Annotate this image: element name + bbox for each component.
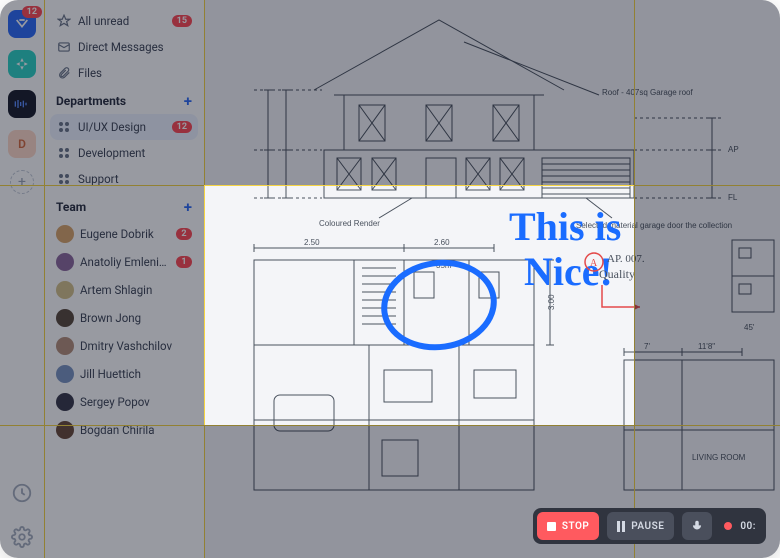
app-badge: 12 <box>22 6 42 18</box>
member-name: Sergey Popov <box>80 395 192 409</box>
bp-dim: 3.00 <box>547 294 556 310</box>
team-member[interactable]: Sergey Popov <box>50 388 198 416</box>
bp-dim: 11'8" <box>698 342 715 351</box>
avatar <box>56 225 74 243</box>
svg-text:A: A <box>590 258 598 269</box>
bp-dim: 2.50 <box>304 238 320 247</box>
bp-render-label: Coloured Render <box>319 219 380 228</box>
nav-label: All unread <box>78 14 166 28</box>
grid-icon <box>56 119 72 135</box>
team-member[interactable]: Dmitry Vashchilov <box>50 332 198 360</box>
bp-mark: AP <box>728 145 739 154</box>
dept-uiux[interactable]: UI/UX Design 12 <box>50 114 198 140</box>
section-title: Team <box>56 200 86 214</box>
dept-support[interactable]: Support <box>50 166 198 192</box>
avatar-initial: D <box>18 137 26 151</box>
dept-development[interactable]: Development <box>50 140 198 166</box>
nav-files[interactable]: Files <box>50 60 198 86</box>
bp-dim: 45' <box>744 323 755 332</box>
badge: 12 <box>172 121 192 133</box>
dept-label: Support <box>78 172 192 186</box>
badge: 1 <box>176 256 192 268</box>
bp-mark: FL <box>728 193 738 202</box>
member-name: Eugene Dobrik <box>80 227 170 241</box>
team-member[interactable]: Brown Jong <box>50 304 198 332</box>
app-rail: 12 D + <box>0 0 44 558</box>
add-workspace-button[interactable]: + <box>10 170 34 194</box>
member-name: Jill Huettich <box>80 367 192 381</box>
team-member[interactable]: Artem Shlagin <box>50 276 198 304</box>
departments-header: Departments + <box>50 86 198 114</box>
callout-text: AP. 007. <box>607 253 645 265</box>
badge: 2 <box>176 228 192 240</box>
mic-icon <box>690 519 704 533</box>
badge: 15 <box>172 15 192 27</box>
app-icon-avatar[interactable]: D <box>8 130 36 158</box>
avatar <box>56 337 74 355</box>
team-member[interactable]: Eugene Dobrik 2 <box>50 220 198 248</box>
stop-icon <box>547 522 556 531</box>
annotation: This is Nice! A AP. 007. Quality <box>379 204 645 354</box>
team-member[interactable]: Jill Huettich <box>50 360 198 388</box>
member-name: Brown Jong <box>80 311 192 325</box>
member-name: Artem Shlagin <box>80 283 192 297</box>
bp-roof-label: Roof - 407sq Garage roof <box>602 88 693 97</box>
nav-label: Files <box>78 66 192 80</box>
mic-button[interactable] <box>682 512 712 540</box>
paperclip-icon <box>56 65 72 81</box>
add-team-button[interactable]: + <box>184 198 192 216</box>
annotation-text-1: This is <box>509 204 621 249</box>
bp-dim: 2.60 <box>434 238 450 247</box>
grid-icon <box>56 145 72 161</box>
avatar <box>56 393 74 411</box>
settings-icon[interactable] <box>11 526 33 548</box>
blueprint-drawing: Roof - 407sq Garage roof <box>204 0 780 558</box>
add-department-button[interactable]: + <box>184 92 192 110</box>
app-icon-2[interactable] <box>8 50 36 78</box>
callout-text2: Quality <box>599 267 635 281</box>
avatar <box>56 309 74 327</box>
team-member[interactable]: Anatoliy Emleninov 1 <box>50 248 198 276</box>
sidebar: All unread 15 Direct Messages Files Depa… <box>44 0 204 558</box>
bp-living-label: LIVING ROOM <box>692 453 746 462</box>
recording-toolbar: STOP PAUSE 00: <box>533 508 766 544</box>
avatar <box>56 365 74 383</box>
bp-dim: 7' <box>644 342 650 351</box>
canvas[interactable]: Roof - 407sq Garage roof <box>204 0 780 558</box>
pause-icon <box>617 521 625 532</box>
member-name: Bogdan Chirila <box>80 423 192 437</box>
history-icon[interactable] <box>11 482 33 504</box>
dm-icon <box>56 39 72 55</box>
avatar <box>56 421 74 439</box>
pause-label: PAUSE <box>631 521 664 532</box>
stop-label: STOP <box>562 521 589 532</box>
pause-button[interactable]: PAUSE <box>607 512 674 540</box>
app-icon-primary[interactable]: 12 <box>8 10 36 38</box>
team-member[interactable]: Bogdan Chirila <box>50 416 198 444</box>
star-icon <box>56 13 72 29</box>
team-header: Team + <box>50 192 198 220</box>
nav-label: Direct Messages <box>78 40 192 54</box>
member-name: Anatoliy Emleninov <box>80 255 170 269</box>
dept-label: UI/UX Design <box>78 120 166 134</box>
grid-icon <box>56 171 72 187</box>
record-time: 00: <box>740 521 756 532</box>
member-name: Dmitry Vashchilov <box>80 339 192 353</box>
nav-direct-messages[interactable]: Direct Messages <box>50 34 198 60</box>
nav-all-unread[interactable]: All unread 15 <box>50 8 198 34</box>
section-title: Departments <box>56 94 126 108</box>
app-icon-3[interactable] <box>8 90 36 118</box>
record-indicator-icon <box>724 522 732 530</box>
stop-button[interactable]: STOP <box>537 512 599 540</box>
avatar <box>56 281 74 299</box>
dept-label: Development <box>78 146 192 160</box>
avatar <box>56 253 74 271</box>
